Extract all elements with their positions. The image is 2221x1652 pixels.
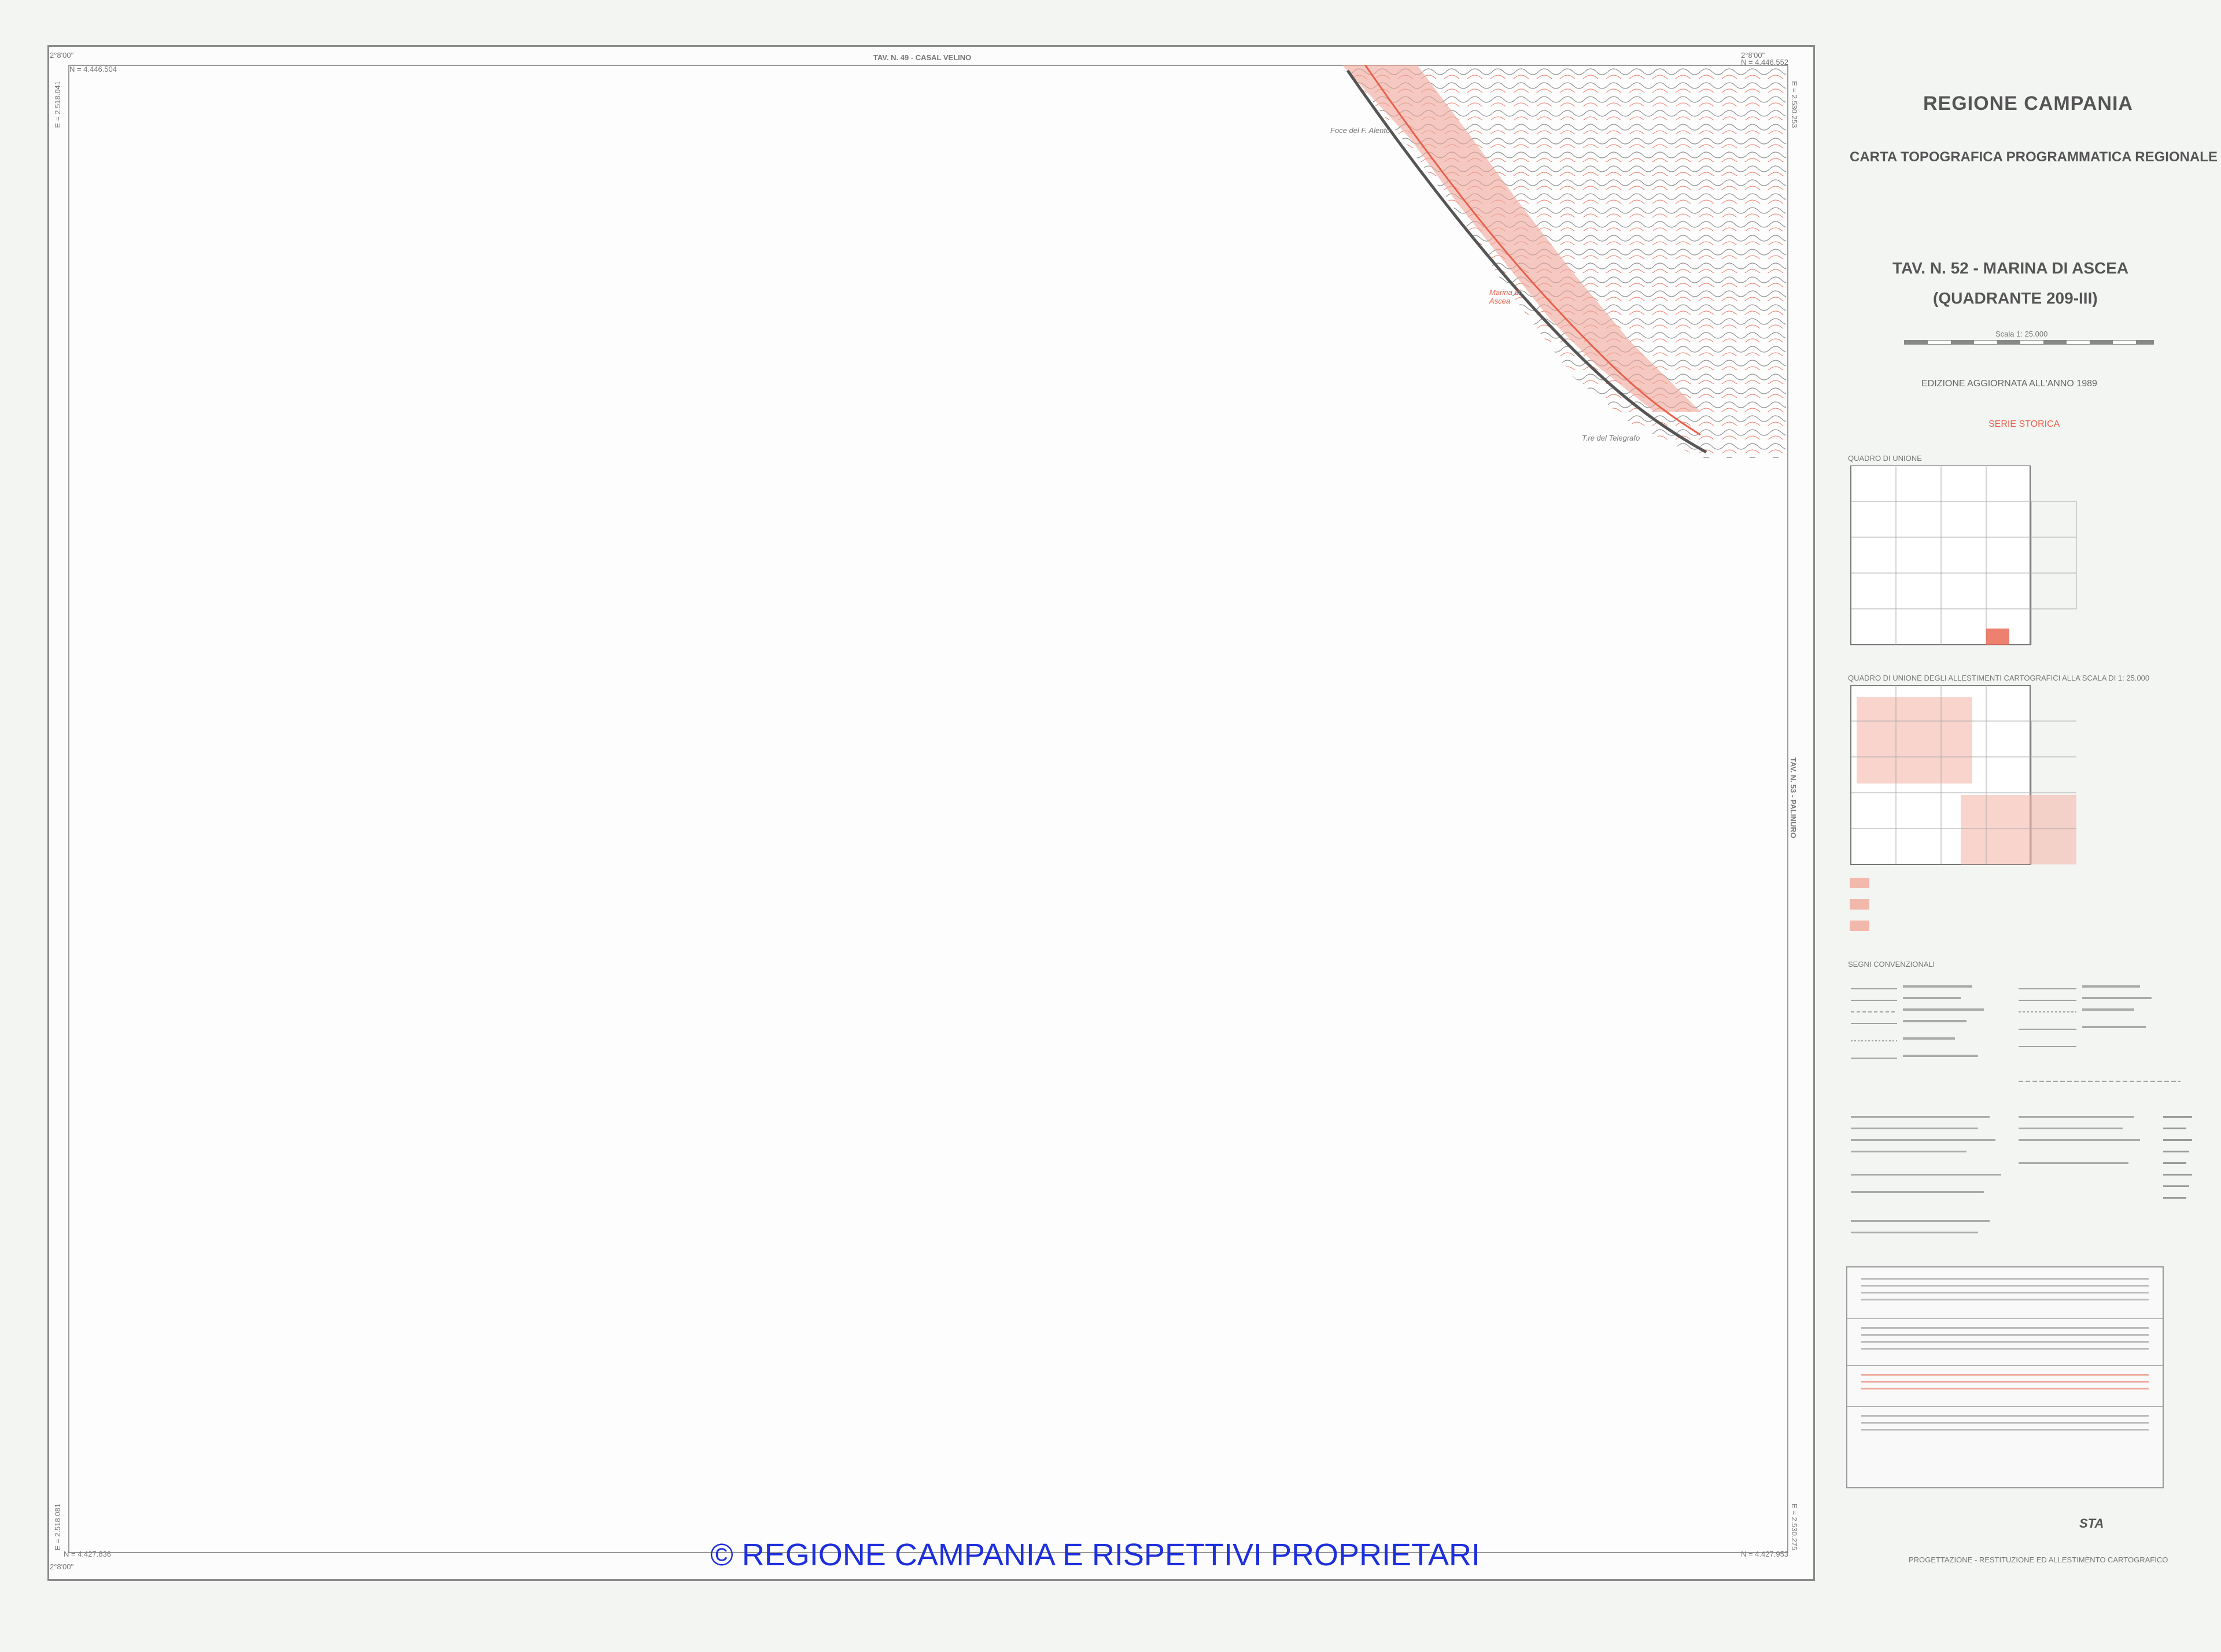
place-label-foce-alento: Foce del F. Alento: [1330, 126, 1390, 135]
legend-title: SEGNI CONVENZIONALI: [1848, 960, 1935, 969]
corner-bottom-left-e: E = 2.518.081: [53, 1503, 62, 1551]
corner-bottom-right-e: E = 2.530.275: [1790, 1503, 1799, 1551]
info-text-3: [1861, 1374, 2149, 1391]
index-title: QUADRO DI UNIONE: [1848, 454, 1922, 463]
region-title: REGIONE CAMPANIA: [1923, 93, 2133, 114]
place-label-marina-ascea: Marina di Ascea: [1489, 288, 1521, 305]
corner-bottom-left-coord: 2°8'00": [50, 1562, 74, 1571]
corner-bottom-right-n: N = 4.427.953: [1741, 1550, 1789, 1558]
terrain-overlay: [1342, 65, 1786, 458]
info-text-4: [1861, 1415, 2149, 1432]
conventional-signs: [1851, 985, 2192, 1233]
corner-top-left-n: N = 4.446.504: [69, 65, 117, 73]
corner-top-left-coord: 2°8'00": [50, 51, 74, 60]
corner-top-right-e: E = 2.530.253: [1790, 81, 1799, 128]
corner-top-left-e: E = 2.518.041: [53, 81, 62, 128]
edition-label: EDIZIONE AGGIORNATA ALL'ANNO 1989: [1921, 379, 2097, 389]
info-text-1: [1861, 1278, 2149, 1301]
legend-swatch-1: [1850, 878, 1869, 888]
program-title: CARTA TOPOGRAFICA PROGRAMMATICA REGIONAL…: [1850, 149, 2218, 165]
info-text-2: [1861, 1327, 2149, 1350]
sheet-title: TAV. N. 52 - MARINA DI ASCEA: [1892, 259, 2129, 277]
corner-bottom-left-n: N = 4.427.836: [64, 1550, 112, 1558]
scale-bar: [1904, 340, 2154, 345]
info-box: [1846, 1266, 2164, 1488]
index2-grid: [1850, 685, 2076, 865]
company-logo: STA: [2079, 1516, 2104, 1531]
legend-swatch-3: [1850, 921, 1869, 931]
copyright-watermark: © REGIONE CAMPANIA E RISPETTIVI PROPRIET…: [710, 1538, 1481, 1572]
quadrant-title: (QUADRANTE 209-III): [1933, 289, 2098, 307]
legend-swatch-2: [1850, 899, 1869, 910]
place-label-torre-telegrafo: T.re del Telegrafo: [1582, 434, 1640, 442]
neighbor-top-label: TAV. N. 49 - CASAL VELINO: [873, 53, 972, 62]
series-label: SERIE STORICA: [1988, 419, 2060, 429]
footer-line: PROGETTAZIONE - RESTITUZIONE ED ALLESTIM…: [1909, 1555, 2168, 1564]
scale-label: Scala 1: 25.000: [1995, 330, 2048, 338]
index2-title: QUADRO DI UNIONE DEGLI ALLESTIMENTI CART…: [1848, 674, 2150, 682]
index-grid: [1850, 465, 2077, 645]
neighbor-right-label: TAV. N. 53 - PALINURO: [1789, 757, 1798, 838]
